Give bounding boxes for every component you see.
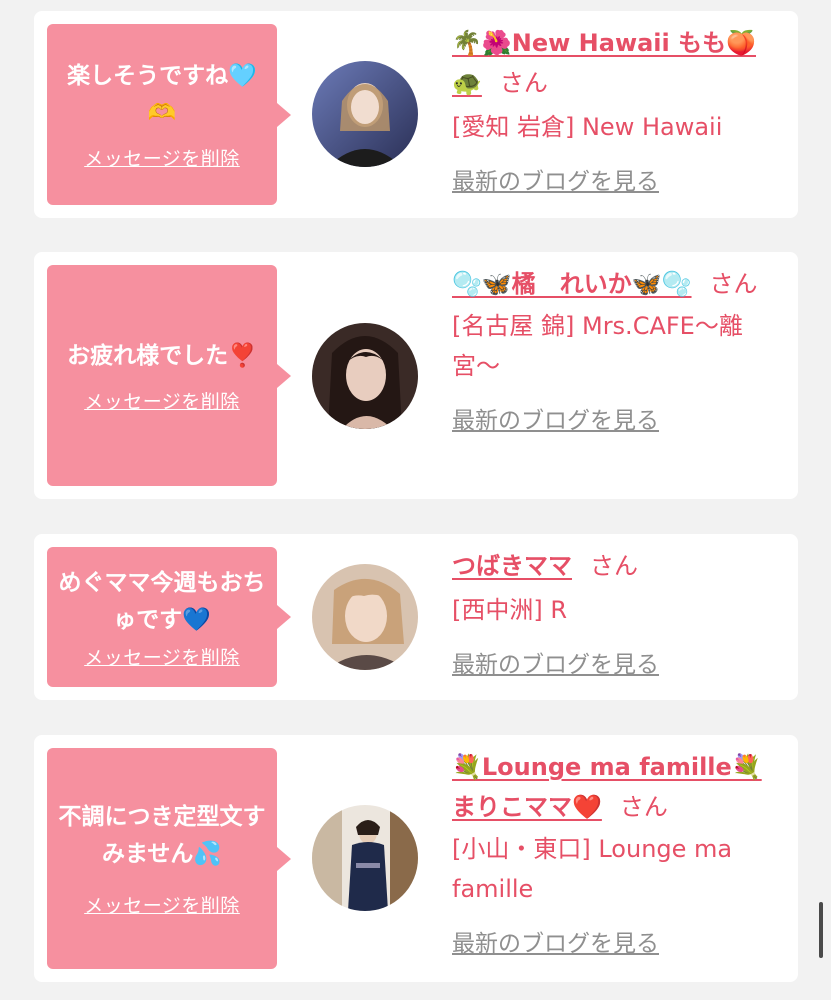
message-bubble: お疲れ様でした❣️ メッセージを削除	[47, 265, 291, 486]
avatar[interactable]	[312, 805, 418, 911]
honorific-label: さん	[499, 69, 548, 97]
cast-name-link[interactable]: 🌴🌺New Hawaii もも🍑🐢	[452, 29, 756, 97]
latest-blog-link[interactable]: 最新のブログを見る	[452, 652, 659, 678]
avatar[interactable]	[312, 61, 418, 167]
honorific-label: さん	[590, 552, 638, 580]
cast-name-link[interactable]: 🫧🦋橘 れいか🦋🫧	[452, 270, 692, 298]
cast-info: 🌴🌺New Hawaii もも🍑🐢 さん [愛知 岩倉] New Hawaii 最…	[452, 23, 782, 202]
avatar[interactable]	[312, 564, 418, 670]
avatar-image	[312, 564, 418, 670]
shop-label: [小山・東口] Lounge ma famille	[452, 835, 733, 903]
avatar-image	[312, 61, 418, 167]
avatar-image	[312, 323, 418, 429]
message-text: 楽しそうですね🩵🫶	[67, 63, 257, 126]
message-card: めぐママ今週もおちゅです💙 メッセージを削除 つばきママ さん [西中洲] R 最…	[34, 534, 798, 700]
shop-label: [愛知 岩倉] New Hawaii	[452, 113, 723, 141]
message-card: お疲れ様でした❣️ メッセージを削除 🫧🦋橘 れいか🦋🫧 さん [名古屋 錦] M…	[34, 252, 798, 499]
delete-message-link[interactable]: メッセージを削除	[84, 643, 240, 670]
shop-label: [名古屋 錦] Mrs.CAFE〜離宮〜	[452, 312, 743, 380]
shop-label: [西中洲] R	[452, 596, 568, 624]
scrollbar[interactable]	[819, 902, 823, 958]
cast-info: つばきママ さん [西中洲] R 最新のブログを見る	[452, 546, 782, 685]
message-card: 楽しそうですね🩵🫶 メッセージを削除 🌴🌺New Hawaii もも🍑🐢 さん […	[34, 11, 798, 218]
latest-blog-link[interactable]: 最新のブログを見る	[452, 408, 659, 434]
message-bubble: 不調につき定型文すみません💦 メッセージを削除	[47, 748, 291, 969]
message-card: 不調につき定型文すみません💦 メッセージを削除 💐Lounge ma famil…	[34, 735, 798, 982]
latest-blog-link[interactable]: 最新のブログを見る	[452, 931, 659, 957]
delete-message-link[interactable]: メッセージを削除	[84, 387, 240, 414]
cast-info: 💐Lounge ma famille💐まりこママ❤️ さん [小山・東口] Lou…	[452, 747, 782, 964]
message-bubble: めぐママ今週もおちゅです💙 メッセージを削除	[47, 547, 291, 687]
message-text: お疲れ様でした❣️	[67, 342, 257, 369]
avatar-image	[312, 805, 418, 911]
message-bubble: 楽しそうですね🩵🫶 メッセージを削除	[47, 24, 291, 205]
honorific-label: さん	[709, 270, 758, 298]
cast-name-link[interactable]: つばきママ	[452, 552, 572, 580]
honorific-label: さん	[619, 793, 668, 821]
message-text: めぐママ今週もおちゅです💙	[58, 569, 266, 633]
latest-blog-link[interactable]: 最新のブログを見る	[452, 169, 659, 195]
avatar[interactable]	[312, 323, 418, 429]
delete-message-link[interactable]: メッセージを削除	[84, 144, 240, 171]
message-text: 不調につき定型文すみません💦	[58, 804, 266, 867]
delete-message-link[interactable]: メッセージを削除	[84, 891, 240, 918]
cast-name-link[interactable]: 💐Lounge ma famille💐まりこママ❤️	[452, 753, 762, 821]
cast-info: 🫧🦋橘 れいか🦋🫧 さん [名古屋 錦] Mrs.CAFE〜離宮〜 最新のブログを…	[452, 264, 782, 441]
